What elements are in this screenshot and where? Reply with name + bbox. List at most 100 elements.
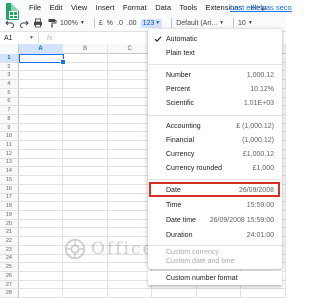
- grid-cell[interactable]: [108, 184, 153, 193]
- menu-data[interactable]: Data: [155, 2, 171, 14]
- row-header[interactable]: 8: [0, 115, 19, 123]
- grid-cell[interactable]: [108, 115, 153, 123]
- grid-cell[interactable]: [108, 132, 153, 141]
- select-all-corner[interactable]: [0, 44, 19, 54]
- grid-cell[interactable]: [63, 106, 108, 115]
- grid-cell[interactable]: [19, 97, 64, 106]
- grid-cell[interactable]: [108, 149, 153, 158]
- grid-cell[interactable]: [19, 106, 64, 115]
- grid-cell[interactable]: [63, 123, 108, 132]
- grid-cell[interactable]: [108, 263, 153, 271]
- row-header[interactable]: 23: [0, 245, 19, 254]
- row-header[interactable]: 26: [0, 271, 19, 280]
- last-edit-link[interactable]: Last edit was seco: [230, 2, 292, 14]
- format-percent[interactable]: Percent 10.12%: [148, 82, 282, 96]
- grid-cell[interactable]: [152, 289, 197, 298]
- row-header[interactable]: 13: [0, 158, 19, 167]
- increase-decimal-button[interactable]: .00: [127, 20, 137, 27]
- paint-format-icon[interactable]: [46, 17, 57, 29]
- grid-cell[interactable]: [63, 176, 108, 184]
- grid-cell[interactable]: [19, 62, 64, 71]
- grid-cell[interactable]: [63, 149, 108, 158]
- row-header[interactable]: 16: [0, 184, 19, 193]
- row-header[interactable]: 18: [0, 202, 19, 210]
- grid-cell[interactable]: [63, 158, 108, 167]
- row-header[interactable]: 25: [0, 263, 19, 271]
- grid-cell[interactable]: [63, 184, 108, 193]
- grid-cell[interactable]: [108, 88, 153, 97]
- grid-cell[interactable]: [19, 132, 64, 141]
- grid-cell[interactable]: [19, 237, 64, 245]
- format-time[interactable]: Time 15:59:00: [148, 198, 282, 212]
- row-header[interactable]: 2: [0, 62, 19, 71]
- grid-cell[interactable]: [108, 158, 153, 167]
- grid-cell[interactable]: [19, 245, 64, 254]
- zoom-select[interactable]: 100% ▼: [60, 20, 85, 27]
- decrease-decimal-button[interactable]: .0: [117, 20, 123, 27]
- grid-cell[interactable]: [108, 289, 153, 298]
- grid-cell[interactable]: [108, 176, 153, 184]
- column-header[interactable]: C: [108, 44, 153, 54]
- column-header[interactable]: A: [18, 44, 64, 54]
- format-number[interactable]: Number 1,000.12: [148, 68, 282, 82]
- row-header[interactable]: 9: [0, 123, 19, 132]
- grid-cell[interactable]: [63, 167, 108, 176]
- grid-cell[interactable]: [108, 123, 153, 132]
- format-currency-rounded[interactable]: Currency rounded £1,000: [148, 161, 282, 175]
- grid-cell[interactable]: [63, 202, 108, 210]
- grid-cell[interactable]: [63, 80, 108, 88]
- name-box[interactable]: A1 ▼: [0, 35, 38, 42]
- grid-cell[interactable]: [108, 54, 153, 62]
- grid-cell[interactable]: [63, 141, 108, 149]
- row-header[interactable]: 21: [0, 228, 19, 237]
- redo-icon[interactable]: [18, 17, 29, 29]
- grid-cell[interactable]: [19, 149, 64, 158]
- grid-cell[interactable]: [63, 271, 108, 280]
- font-select[interactable]: Default (Ari... ▼: [176, 20, 224, 27]
- grid-cell[interactable]: [108, 80, 153, 88]
- grid-cell[interactable]: [19, 80, 64, 88]
- grid-cell[interactable]: [19, 210, 64, 219]
- row-header[interactable]: 17: [0, 193, 19, 202]
- currency-format-button[interactable]: £: [99, 20, 103, 27]
- grid-cell[interactable]: [63, 210, 108, 219]
- row-header[interactable]: 19: [0, 210, 19, 219]
- grid-cell[interactable]: [19, 115, 64, 123]
- row-header[interactable]: 1: [0, 54, 19, 62]
- format-currency[interactable]: Currency £1,000.12: [148, 147, 282, 161]
- grid-cell[interactable]: [108, 210, 153, 219]
- grid-cell[interactable]: [108, 62, 153, 71]
- row-header[interactable]: 7: [0, 106, 19, 115]
- grid-cell[interactable]: [19, 219, 64, 228]
- grid-cell[interactable]: [19, 184, 64, 193]
- grid-cell[interactable]: [108, 193, 153, 202]
- grid-cell[interactable]: [63, 219, 108, 228]
- format-custom-number[interactable]: Custom number format: [148, 271, 282, 285]
- row-header[interactable]: 24: [0, 254, 19, 263]
- grid-cell[interactable]: [63, 71, 108, 80]
- grid-cell[interactable]: [19, 167, 64, 176]
- font-size-select[interactable]: 10 ▼: [238, 20, 253, 27]
- row-header[interactable]: 11: [0, 141, 19, 149]
- grid-cell[interactable]: [63, 289, 108, 298]
- grid-cell[interactable]: [19, 254, 64, 263]
- grid-cell[interactable]: [197, 289, 242, 298]
- column-header[interactable]: B: [63, 44, 108, 54]
- menu-file[interactable]: File: [29, 2, 41, 14]
- grid-cell[interactable]: [108, 228, 153, 237]
- menu-insert[interactable]: Insert: [96, 2, 115, 14]
- grid-cell[interactable]: [108, 106, 153, 115]
- more-formats-button[interactable]: 123 ▼: [140, 18, 163, 28]
- row-header[interactable]: 6: [0, 97, 19, 106]
- row-header[interactable]: 14: [0, 167, 19, 176]
- grid-cell[interactable]: [108, 280, 153, 289]
- grid-cell[interactable]: [63, 54, 108, 62]
- grid-cell[interactable]: [63, 115, 108, 123]
- grid-cell[interactable]: [19, 193, 64, 202]
- grid-cell[interactable]: [108, 271, 153, 280]
- grid-cell[interactable]: [19, 88, 64, 97]
- format-scientific[interactable]: Scientific 1.01E+03: [148, 96, 282, 110]
- format-custom-date-time[interactable]: Custom date and time: [148, 256, 282, 266]
- grid-cell[interactable]: [241, 289, 286, 298]
- row-header[interactable]: 5: [0, 88, 19, 97]
